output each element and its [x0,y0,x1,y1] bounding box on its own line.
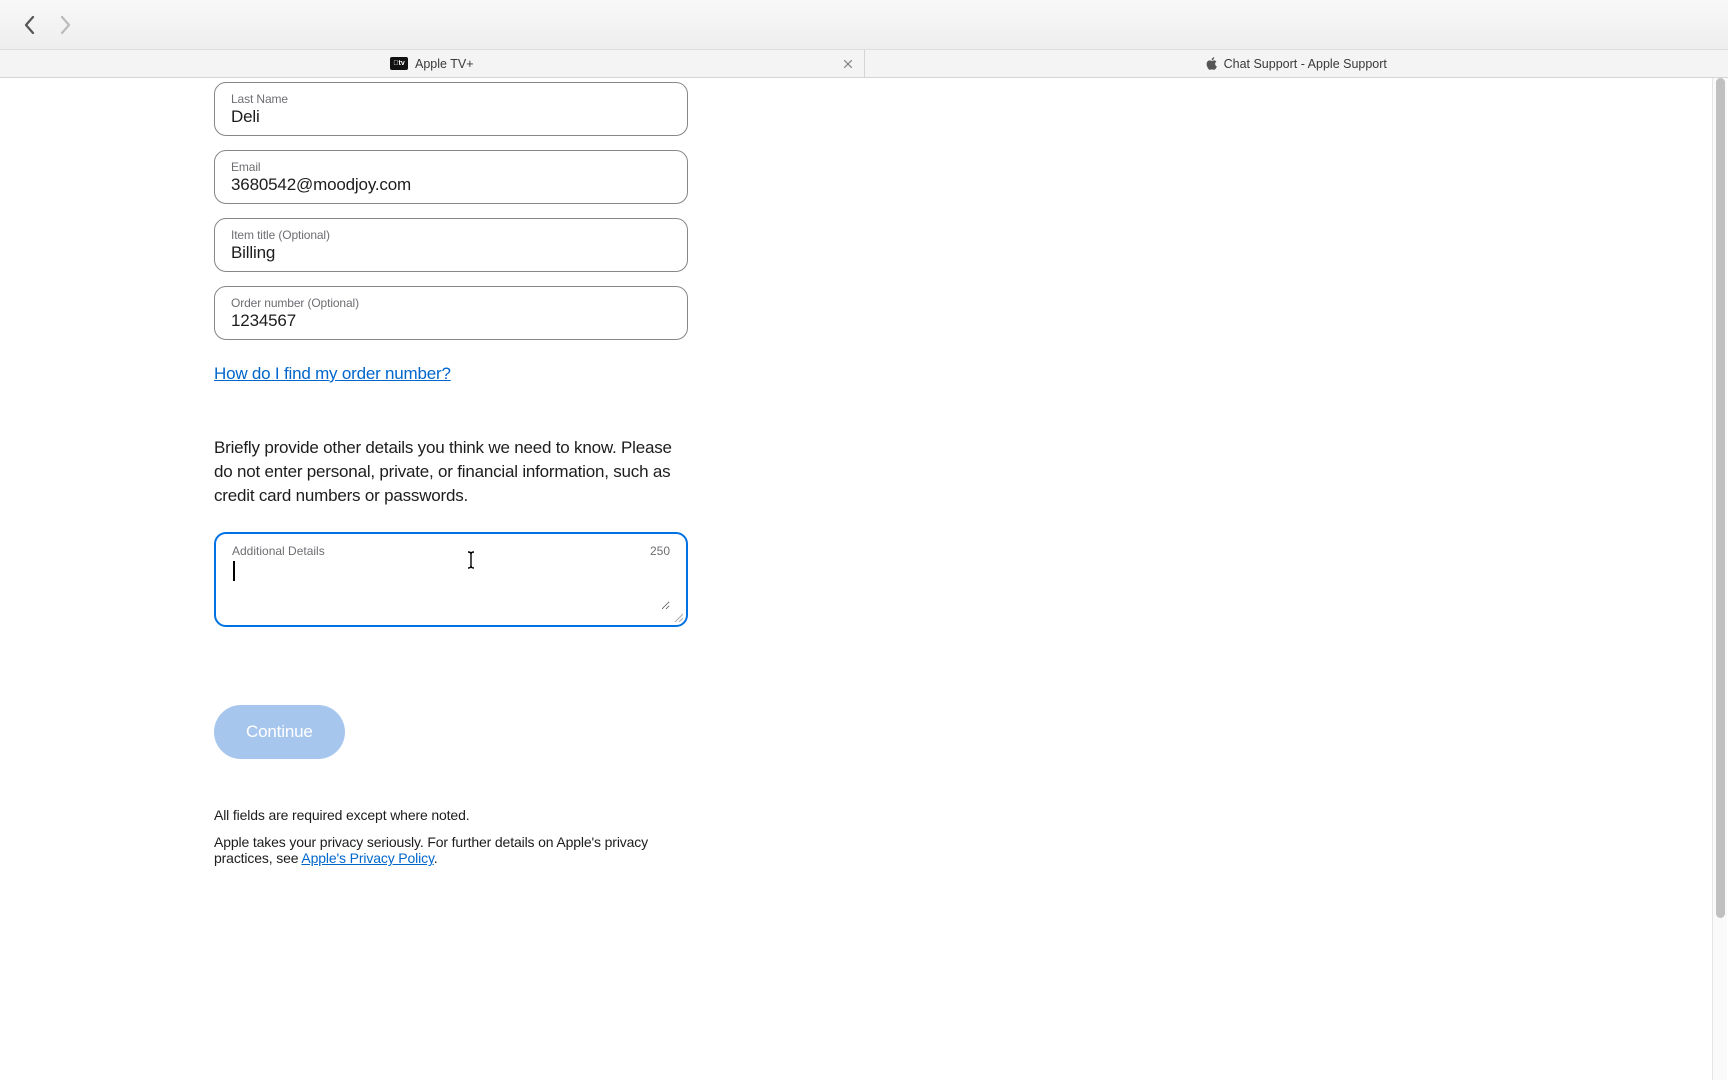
find-order-number-link[interactable]: How do I find my order number? [214,364,451,384]
field-label: Item title (Optional) [231,228,671,242]
order-number-field[interactable]: Order number (Optional) [214,286,688,340]
continue-button[interactable]: Continue [214,705,345,759]
field-label: Email [231,160,671,174]
browser-toolbar [0,0,1728,50]
tab-bar: tv Apple TV+ Chat Support - Apple Suppo… [0,50,1728,78]
page-content: Last Name Email Item title (Optional) Or… [0,78,1728,1080]
close-tab-button[interactable] [842,58,854,70]
tab-title: Apple TV+ [415,57,474,71]
chevron-right-icon [60,16,71,34]
vertical-scrollbar[interactable] [1712,78,1727,1080]
required-fields-note: All fields are required except where not… [214,807,688,823]
last-name-field[interactable]: Last Name [214,82,688,136]
support-form: Last Name Email Item title (Optional) Or… [0,82,688,926]
last-name-input[interactable] [231,107,671,127]
order-number-input[interactable] [231,311,671,331]
chevron-left-icon [24,16,35,34]
scrollbar-thumb[interactable] [1716,78,1725,918]
char-count: 250 [650,544,670,558]
field-label: Order number (Optional) [231,296,671,310]
privacy-notice: Apple takes your privacy seriously. For … [214,834,688,866]
email-input[interactable] [231,175,671,195]
textarea-header: Additional Details 250 [232,544,670,558]
privacy-suffix: . [434,850,438,866]
field-label: Additional Details [232,544,325,558]
apple-logo-icon [1206,57,1217,70]
text-caret [233,561,235,581]
additional-details-instructions: Briefly provide other details you think … [214,436,688,508]
apple-tv-plus-icon: tv [390,57,408,70]
field-label: Last Name [231,92,671,106]
forward-button[interactable] [56,16,74,34]
email-field[interactable]: Email [214,150,688,204]
additional-details-textarea[interactable] [232,560,670,610]
tab-chat-support[interactable]: Chat Support - Apple Support [865,50,1728,77]
privacy-policy-link[interactable]: Apple's Privacy Policy [301,850,433,866]
close-icon [844,60,852,68]
item-title-field[interactable]: Item title (Optional) [214,218,688,272]
tab-apple-tv-plus[interactable]: tv Apple TV+ [0,50,865,77]
resize-handle-icon [673,612,683,622]
back-button[interactable] [20,16,38,34]
item-title-input[interactable] [231,243,671,263]
additional-details-field[interactable]: Additional Details 250 [214,532,688,627]
tab-title: Chat Support - Apple Support [1224,57,1387,71]
